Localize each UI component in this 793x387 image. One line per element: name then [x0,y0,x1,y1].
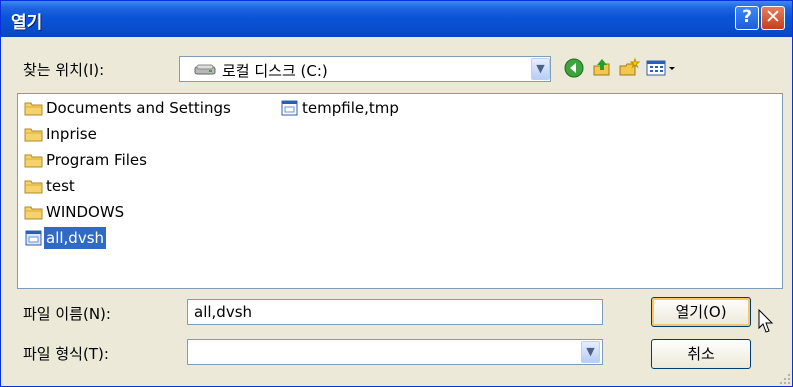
file-name: test [46,177,75,195]
back-icon[interactable] [563,57,585,79]
file-name: Inprise [46,125,97,143]
window-title: 열기 [11,13,43,33]
file-icon [281,100,298,116]
drive-icon [194,64,216,75]
file-list[interactable]: Documents and Settings Inprise Program F… [17,93,783,289]
file-name: tempfile,tmp [302,99,399,117]
look-in-value: 로컬 디스크 (C:) [222,62,328,80]
file-icon [25,230,42,246]
folder-icon [24,154,43,168]
filename-input[interactable]: all,dvsh [187,299,603,325]
title-bar[interactable]: 열기 ? ✕ [1,1,792,37]
folder-icon [24,102,43,116]
file-name: WINDOWS [46,203,125,221]
file-name: Documents and Settings [46,99,231,117]
look-in-dropdown[interactable]: 로컬 디스크 (C:) ▼ [179,56,551,82]
file-name: Program Files [46,151,147,169]
chevron-down-icon[interactable]: ▼ [581,341,600,363]
folder-icon [24,180,43,194]
filename-value: all,dvsh [194,303,253,321]
open-file-dialog: 열기 ? ✕ 찾는 위치(I): 로컬 디스크 (C:) ▼ Documents… [0,0,793,387]
cursor-icon [758,309,774,333]
help-button[interactable]: ? [735,6,759,30]
up-folder-icon[interactable] [591,57,613,79]
look-in-label: 찾는 위치(I): [23,61,105,79]
filename-label: 파일 이름(N): [23,305,111,323]
resize-grip-icon[interactable] [779,373,791,385]
close-button[interactable]: ✕ [761,6,785,30]
new-folder-icon[interactable] [618,57,640,79]
filetype-label: 파일 형식(T): [23,345,109,363]
cancel-button[interactable]: 취소 [651,339,751,369]
chevron-down-icon[interactable]: ▼ [531,58,550,80]
filetype-dropdown[interactable]: ▼ [187,339,603,365]
file-name: all,dvsh [44,227,107,249]
view-menu-icon[interactable] [645,57,677,79]
folder-icon [24,128,43,142]
folder-icon [24,206,43,220]
open-button[interactable]: 열기(O) [651,297,751,327]
